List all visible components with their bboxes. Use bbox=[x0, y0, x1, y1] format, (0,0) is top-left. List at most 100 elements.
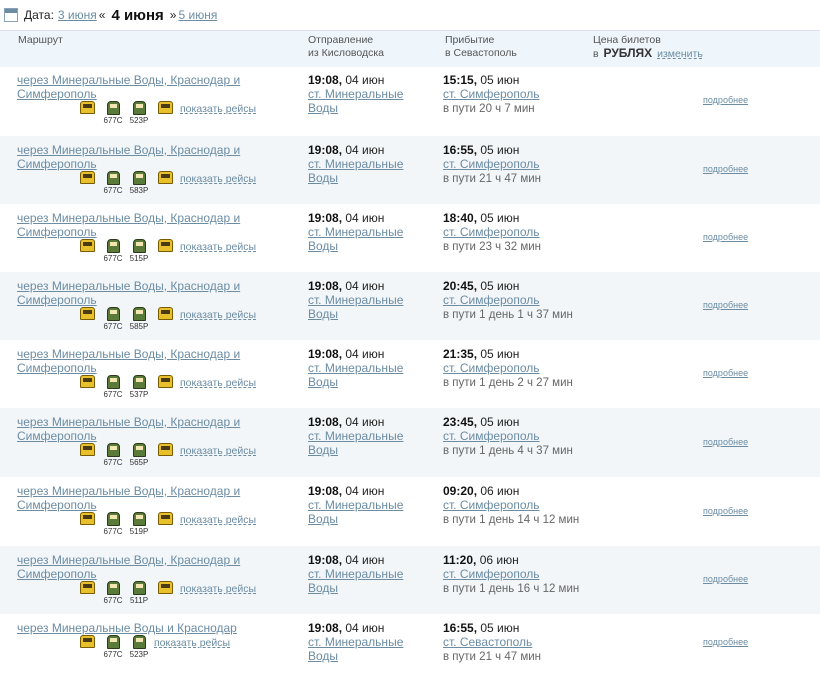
train-number: 677С bbox=[103, 186, 123, 195]
route-link[interactable]: через Минеральные Воды, Краснодар и Симф… bbox=[17, 73, 257, 101]
bus-segment bbox=[152, 443, 178, 456]
arrival-date: 05 июн bbox=[480, 211, 520, 225]
bus-icon bbox=[157, 581, 173, 594]
departure-station-link[interactable]: ст. Минеральные Воды bbox=[308, 225, 403, 253]
show-trips-link[interactable]: показать рейсы bbox=[180, 103, 256, 115]
arrival-station-link[interactable]: ст. Симферополь bbox=[443, 87, 540, 101]
arrival-station-link[interactable]: ст. Симферополь bbox=[443, 293, 540, 307]
train-segment: 677С bbox=[100, 101, 126, 125]
prev-date-link[interactable]: 3 июня bbox=[58, 8, 97, 22]
result-row: через Минеральные Воды, Краснодар и Симф… bbox=[0, 204, 820, 272]
header-arrival: Прибытие в Севастополь bbox=[445, 34, 517, 60]
details-link[interactable]: подробнее bbox=[703, 232, 748, 242]
departure-cell: 19:08, 04 июн ст. Минеральные Воды bbox=[308, 279, 428, 321]
arrival-date: 05 июн bbox=[480, 73, 520, 87]
arrival-station-link[interactable]: ст. Севастополь bbox=[443, 635, 532, 649]
bus-icon bbox=[157, 512, 173, 525]
arrival-cell: 09:20, 06 июн ст. Симферополь в пути 1 д… bbox=[443, 484, 583, 527]
result-row: через Минеральные Воды, Краснодар и Симф… bbox=[0, 340, 820, 408]
arrival-date: 05 июн bbox=[480, 415, 520, 429]
route-link[interactable]: через Минеральные Воды, Краснодар и Симф… bbox=[17, 347, 257, 375]
arrival-station-link[interactable]: ст. Симферополь bbox=[443, 157, 540, 171]
departure-station-link[interactable]: ст. Минеральные Воды bbox=[308, 567, 403, 595]
transport-icons: 677С 537Р показать рейсы bbox=[74, 375, 256, 399]
train-segment: 523Р bbox=[126, 635, 152, 659]
bus-segment bbox=[74, 512, 100, 525]
show-trips-link[interactable]: показать рейсы bbox=[180, 514, 256, 526]
bus-icon bbox=[79, 239, 95, 252]
departure-station-link[interactable]: ст. Минеральные Воды bbox=[308, 498, 403, 526]
route-link[interactable]: через Минеральные Воды, Краснодар и Симф… bbox=[17, 279, 257, 307]
departure-station-link[interactable]: ст. Минеральные Воды bbox=[308, 635, 403, 663]
show-trips-link[interactable]: показать рейсы bbox=[180, 445, 256, 457]
departure-time: 19:08, bbox=[308, 73, 343, 87]
arrival-station-link[interactable]: ст. Симферополь bbox=[443, 225, 540, 239]
train-number: 523Р bbox=[129, 116, 149, 125]
bus-segment bbox=[74, 635, 100, 648]
departure-station-link[interactable]: ст. Минеральные Воды bbox=[308, 361, 403, 389]
show-trips-link[interactable]: показать рейсы bbox=[180, 241, 256, 253]
departure-station-link[interactable]: ст. Минеральные Воды bbox=[308, 293, 403, 321]
details-link[interactable]: подробнее bbox=[703, 437, 748, 447]
show-trips-link[interactable]: показать рейсы bbox=[180, 173, 256, 185]
details-link[interactable]: подробнее bbox=[703, 300, 748, 310]
arrival-cell: 23:45, 05 июн ст. Симферополь в пути 1 д… bbox=[443, 415, 583, 458]
arrival-date: 05 июн bbox=[480, 347, 520, 361]
details-link[interactable]: подробнее bbox=[703, 506, 748, 516]
train-number: 585Р bbox=[129, 322, 149, 331]
route-link[interactable]: через Минеральные Воды, Краснодар и Симф… bbox=[17, 211, 257, 239]
bus-icon bbox=[79, 443, 95, 456]
details-link[interactable]: подробнее bbox=[703, 368, 748, 378]
train-segment: 677С bbox=[100, 512, 126, 536]
departure-time: 19:08, bbox=[308, 484, 343, 498]
departure-date: 04 июн bbox=[345, 347, 385, 361]
train-icon bbox=[132, 239, 146, 253]
train-icon bbox=[132, 307, 146, 321]
arrival-cell: 16:55, 05 июн ст. Симферополь в пути 21 … bbox=[443, 143, 583, 186]
details-link[interactable]: подробнее bbox=[703, 95, 748, 105]
change-currency-link[interactable]: изменить bbox=[657, 48, 703, 60]
train-icon bbox=[132, 512, 146, 526]
arrival-station-link[interactable]: ст. Симферополь bbox=[443, 567, 540, 581]
bus-segment bbox=[152, 512, 178, 525]
next-date-link[interactable]: 5 июня bbox=[178, 8, 217, 22]
route-link[interactable]: через Минеральные Воды и Краснодар bbox=[17, 621, 257, 635]
train-number: 677С bbox=[103, 458, 123, 467]
arrival-station-link[interactable]: ст. Симферополь bbox=[443, 361, 540, 375]
bus-icon bbox=[79, 581, 95, 594]
arrival-date: 06 июн bbox=[479, 553, 519, 567]
show-trips-link[interactable]: показать рейсы bbox=[180, 309, 256, 321]
route-link[interactable]: через Минеральные Воды, Краснодар и Симф… bbox=[17, 553, 257, 581]
travel-duration: в пути 1 день 2 ч 27 мин bbox=[443, 377, 573, 389]
arrival-station-link[interactable]: ст. Симферополь bbox=[443, 429, 540, 443]
show-trips-link[interactable]: показать рейсы bbox=[180, 583, 256, 595]
header-route: Маршрут bbox=[18, 34, 63, 46]
departure-cell: 19:08, 04 июн ст. Минеральные Воды bbox=[308, 347, 428, 389]
route-link[interactable]: через Минеральные Воды, Краснодар и Симф… bbox=[17, 143, 257, 171]
bus-segment bbox=[152, 239, 178, 252]
header-price-line2: в РУБЛЯХ изменить bbox=[593, 47, 703, 61]
route-link[interactable]: через Минеральные Воды, Краснодар и Симф… bbox=[17, 415, 257, 443]
train-segment: 515Р bbox=[126, 239, 152, 263]
arrival-station-link[interactable]: ст. Симферополь bbox=[443, 498, 540, 512]
departure-cell: 19:08, 04 июн ст. Минеральные Воды bbox=[308, 143, 428, 185]
departure-station-link[interactable]: ст. Минеральные Воды bbox=[308, 157, 403, 185]
departure-cell: 19:08, 04 июн ст. Минеральные Воды bbox=[308, 621, 428, 663]
train-icon bbox=[106, 581, 120, 595]
arrival-time: 21:35, bbox=[443, 347, 478, 361]
show-trips-link[interactable]: показать рейсы bbox=[180, 377, 256, 389]
train-segment: 677С bbox=[100, 443, 126, 467]
departure-station-link[interactable]: ст. Минеральные Воды bbox=[308, 87, 403, 115]
route-link[interactable]: через Минеральные Воды, Краснодар и Симф… bbox=[17, 484, 257, 512]
arrival-cell: 11:20, 06 июн ст. Симферополь в пути 1 д… bbox=[443, 553, 583, 596]
details-link[interactable]: подробнее bbox=[703, 164, 748, 174]
calendar-icon[interactable] bbox=[4, 8, 18, 22]
train-icon bbox=[132, 443, 146, 457]
departure-station-link[interactable]: ст. Минеральные Воды bbox=[308, 429, 403, 457]
details-link[interactable]: подробнее bbox=[703, 574, 748, 584]
result-row: через Минеральные Воды, Краснодар и Симф… bbox=[0, 136, 820, 204]
bus-segment bbox=[152, 171, 178, 184]
bus-segment bbox=[152, 307, 178, 320]
show-trips-link[interactable]: показать рейсы bbox=[154, 637, 230, 649]
details-link[interactable]: подробнее bbox=[703, 637, 748, 647]
